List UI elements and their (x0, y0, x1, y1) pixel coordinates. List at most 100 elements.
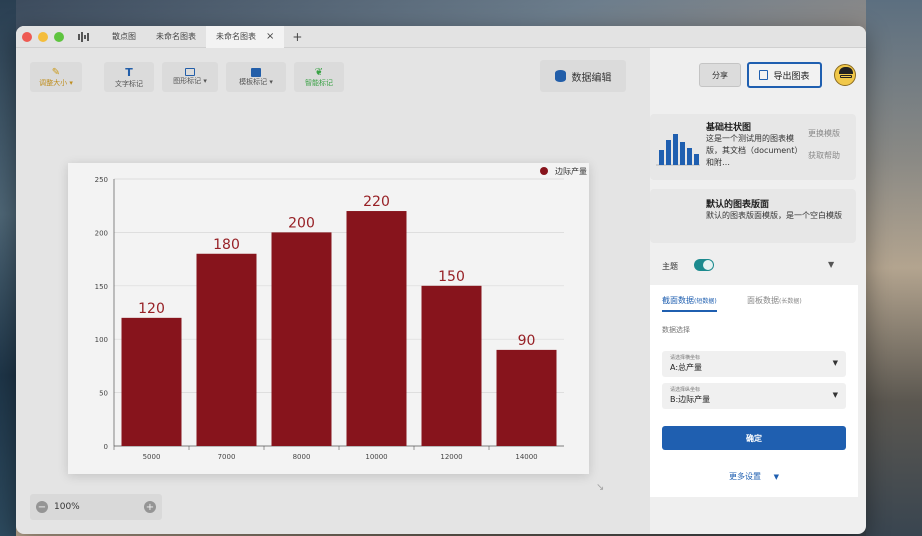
text-mark-button[interactable]: T 文字标记 (104, 62, 154, 92)
add-tab-button[interactable]: + (292, 30, 302, 44)
chevron-down-icon: ▼ (832, 359, 838, 367)
theme-label: 主题 (662, 262, 678, 271)
export-label: 导出图表 (773, 71, 810, 82)
user-avatar[interactable] (834, 64, 856, 86)
x-tick-label: 8000 (293, 453, 311, 461)
template-description: 这是一个测试用的图表模版，其文档（document）和附… (706, 134, 803, 167)
y-tick-label: 250 (95, 176, 108, 184)
y-tick-label: 0 (104, 443, 108, 451)
image-icon (185, 68, 195, 76)
zoom-in-icon[interactable]: + (144, 501, 156, 513)
app-window: 散点图 未命名图表 未命名图表 × + ✎ 调整大小 ▾ T 文字标记 图形标记… (16, 26, 866, 534)
minimize-window-button[interactable] (38, 31, 48, 42)
leaf-icon: ❦ (314, 66, 324, 78)
tab-panel-data-label: 面板数据 (747, 296, 779, 305)
more-settings-label: 更多设置 (729, 472, 762, 481)
chart-template-card[interactable]: 基础柱状图 这是一个测试用的图表模版，其文档（document）和附… 更换模版… (650, 114, 856, 180)
close-window-button[interactable] (22, 31, 32, 42)
tab-untitled-2[interactable]: 未命名图表 × (206, 26, 285, 48)
bar[interactable] (271, 232, 332, 446)
title-bar: 散点图 未命名图表 未命名图表 × + (16, 26, 866, 48)
y-tick-label: 200 (95, 229, 108, 237)
smart-mark-button[interactable]: ❦ 智能标记 (294, 62, 344, 92)
x-tick-label: 5000 (143, 453, 161, 461)
tab-label: 未命名图表 (156, 32, 196, 41)
x-axis-hint: 请选择横坐标 (670, 355, 701, 361)
y-axis-select[interactable]: 请选择纵坐标 B:边际产量 ▼ (662, 383, 846, 409)
y-tick-label: 50 (99, 390, 108, 398)
legend-marker (540, 167, 548, 175)
export-icon (759, 70, 769, 80)
desktop-wallpaper-right (866, 0, 922, 536)
x-tick-label: 14000 (515, 453, 537, 461)
resize-handle-icon[interactable]: ↘ (596, 482, 604, 493)
bar-value-label: 150 (438, 269, 465, 285)
y-axis-value: B:边际产量 (670, 395, 711, 404)
bar[interactable] (421, 285, 482, 446)
maximize-window-button[interactable] (54, 31, 64, 42)
bar[interactable] (496, 349, 557, 446)
brush-size-button[interactable]: ✎ 调整大小 ▾ (30, 62, 82, 92)
panel-template-title: 默认的图表版面 (706, 200, 770, 210)
theme-dropdown-icon[interactable]: ▼ (828, 260, 834, 269)
y-tick-label: 150 (95, 283, 108, 291)
brush-size-label: 调整大小 (39, 78, 68, 87)
x-tick-label: 7000 (218, 453, 236, 461)
template-mark-button[interactable]: 模板标记 ▾ (226, 62, 286, 92)
confirm-button[interactable]: 确定 (662, 426, 846, 450)
app-logo-icon (78, 31, 94, 42)
tab-cross-section-data[interactable]: 截面数据(短数据) (662, 295, 717, 312)
bar-chart: 120 180 200 220 150 90 0 50 100 150 200 250 5000 700… (95, 166, 587, 461)
share-label: 分享 (712, 70, 728, 80)
bar-value-label: 200 (288, 215, 315, 231)
close-tab-icon[interactable]: × (266, 31, 274, 42)
data-edit-label: 数据编辑 (571, 72, 612, 84)
bar-chart-thumbnail-icon (656, 134, 700, 166)
zoom-out-icon[interactable]: − (36, 501, 48, 513)
bar-value-label: 220 (363, 194, 390, 210)
template-mark-label: 模板标记 (239, 77, 268, 86)
tab-scatter[interactable]: 散点图 (102, 26, 146, 48)
chevron-down-icon: ▼ (832, 391, 838, 399)
smart-mark-label: 智能标记 (305, 78, 333, 87)
shape-mark-label: 图形标记 (173, 77, 202, 85)
panel-template-description: 默认的图表版面模版，是一个空白模版 (706, 211, 842, 220)
change-template-link[interactable]: 更换模版 (808, 128, 840, 139)
get-help-link[interactable]: 获取帮助 (808, 150, 840, 161)
zoom-level: 100% (54, 502, 80, 512)
template-icon (251, 67, 261, 77)
tab-label: 未命名图表 (216, 32, 256, 41)
data-edit-button[interactable]: 数据编辑 (540, 60, 626, 92)
bar-value-label: 120 (138, 301, 165, 317)
chevron-down-icon: ▼ (773, 473, 779, 481)
y-axis-hint: 请选择纵坐标 (670, 387, 701, 393)
panel-template-card[interactable]: 默认的图表版面 默认的图表版面模版，是一个空白模版 (650, 189, 856, 243)
desktop-wallpaper-left (0, 0, 16, 536)
tab-untitled-1[interactable]: 未命名图表 (146, 26, 206, 48)
legend-label: 边际产量 (555, 166, 587, 176)
template-title: 基础柱状图 (706, 123, 752, 133)
more-settings-button[interactable]: 更多设置 ▼ (650, 471, 858, 482)
tab-panel-data[interactable]: 面板数据(长数据) (747, 295, 802, 306)
share-button[interactable]: 分享 (699, 63, 741, 87)
x-axis-value: A:总产量 (670, 363, 703, 372)
data-selection-panel: 截面数据(短数据) 面板数据(长数据) 数据选择 请选择横坐标 A:总产量 ▼ … (650, 285, 858, 497)
bar[interactable] (196, 253, 257, 446)
text-mark-label: 文字标记 (115, 79, 143, 88)
x-axis-select[interactable]: 请选择横坐标 A:总产量 ▼ (662, 351, 846, 377)
bar[interactable] (121, 317, 182, 446)
bar-value-label: 90 (518, 333, 536, 349)
tab-cross-section-label: 截面数据 (662, 296, 694, 305)
zoom-control: − 100% + (30, 494, 162, 520)
export-chart-button[interactable]: 导出图表 (747, 62, 822, 88)
bar[interactable] (346, 211, 407, 446)
text-icon: T (125, 65, 133, 79)
y-tick-label: 100 (95, 336, 108, 344)
data-selection-heading: 数据选择 (662, 326, 690, 334)
chart-canvas[interactable]: 120 180 200 220 150 90 0 50 100 150 200 250 5000 700… (68, 163, 589, 474)
bar-value-label: 180 (213, 237, 240, 253)
tab-label: 散点图 (112, 32, 136, 41)
database-icon (554, 70, 566, 82)
theme-toggle[interactable] (694, 259, 714, 271)
shape-mark-button[interactable]: 图形标记 ▾ (162, 62, 218, 92)
